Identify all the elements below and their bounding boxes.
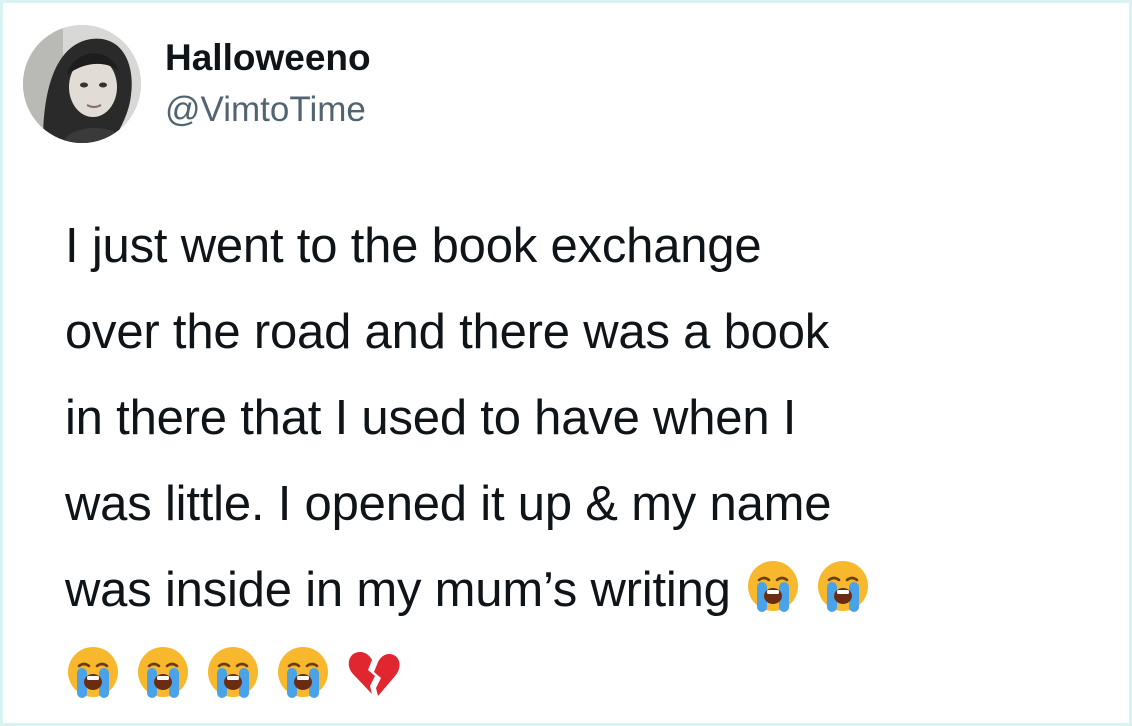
avatar[interactable]: [23, 25, 141, 143]
display-name[interactable]: Halloweeno: [165, 35, 371, 81]
loudly-crying-face-icon: [275, 644, 331, 700]
tweet-header: Halloweeno @VimtoTime: [23, 25, 371, 143]
tweet-text: I just went to the book exchange over th…: [65, 203, 1105, 719]
user-handle[interactable]: @VimtoTime: [165, 87, 371, 133]
tweet-text-line: was little. I opened it up & my name: [65, 477, 832, 531]
tweet-text-line-with-emoji: was inside in my mum’s writing: [65, 547, 1105, 633]
loudly-crying-face-icon: [815, 558, 871, 614]
tweet-text-line: in there that I used to have when I: [65, 391, 797, 445]
tweet-text-line: I just went to the book exchange: [65, 219, 762, 273]
tweet-text-segment: was inside in my mum’s writing: [65, 563, 731, 617]
broken-heart-icon: [345, 644, 401, 700]
inline-emoji-group: [731, 561, 871, 617]
author-names: Halloweeno @VimtoTime: [165, 35, 371, 133]
tweet-text-line: over the road and there was a book: [65, 305, 830, 359]
tweet-card: Halloweeno @VimtoTime I just went to the…: [0, 0, 1132, 726]
loudly-crying-face-icon: [65, 644, 121, 700]
avatar-image: [23, 25, 141, 143]
emoji-row: [65, 633, 1105, 719]
loudly-crying-face-icon: [135, 644, 191, 700]
loudly-crying-face-icon: [205, 644, 261, 700]
loudly-crying-face-icon: [745, 558, 801, 614]
